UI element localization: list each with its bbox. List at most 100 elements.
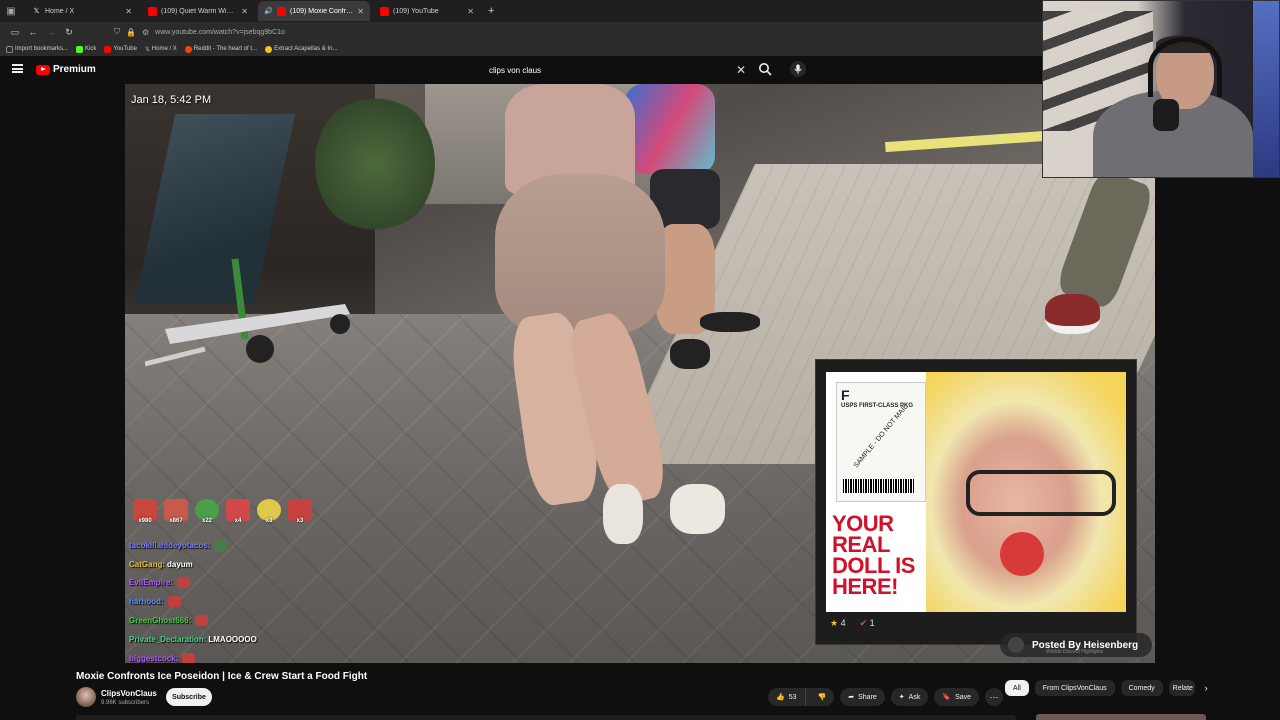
- clear-search-icon[interactable]: ✕: [736, 63, 746, 77]
- channel-name[interactable]: ClipsVonClaus: [101, 689, 157, 698]
- close-tab-icon[interactable]: ✕: [357, 7, 364, 16]
- speaker-icon[interactable]: 🔊: [264, 7, 273, 16]
- chip-from-channel[interactable]: From ClipsVonClaus: [1034, 680, 1115, 696]
- sidebar-toggle-icon[interactable]: ▭: [6, 27, 24, 38]
- like-count: 53: [788, 693, 797, 701]
- youtube-favicon-icon: [380, 6, 389, 16]
- bookmark-label: Extract Acapellas & In...: [274, 46, 338, 52]
- video-title: Moxie Confronts Ice Poseidon | Ice & Cre…: [76, 671, 368, 682]
- chat-overlay: tacokillahideyotacos: CatGang: dayum Evi…: [129, 536, 257, 663]
- microphone-icon[interactable]: [790, 61, 806, 77]
- check-heart-icon: ✔: [859, 618, 868, 628]
- browser-tab-active[interactable]: 🔊 (109) Moxie Confronts Ice ✕: [258, 1, 370, 21]
- bookmark-label: Import bookmarks...: [15, 46, 69, 52]
- heart-reaction: ✔ 1: [859, 618, 875, 628]
- electric-scooter: [145, 258, 350, 367]
- import-icon: [6, 45, 13, 53]
- youtube-play-icon: [36, 64, 50, 75]
- dislike-button[interactable]: 👎: [810, 688, 835, 706]
- tab-title: (109) Moxie Confronts Ice: [290, 7, 353, 15]
- emote-icon: x867: [164, 499, 188, 524]
- bookmark-acapellas[interactable]: Extract Acapellas & In...: [265, 45, 338, 53]
- chat-emote-icon: [214, 539, 228, 551]
- star-reaction: ★ 4: [830, 618, 846, 628]
- site-info-icon[interactable]: ⛉: [114, 27, 120, 37]
- chat-message: GreenGhost666:: [129, 611, 257, 630]
- tab-actions-icon[interactable]: ▣: [0, 6, 22, 17]
- youtube-premium-logo[interactable]: Premium: [36, 64, 96, 75]
- bookmark-x[interactable]: 𝕏 Home / X: [145, 46, 177, 53]
- reload-button-icon[interactable]: ↻: [60, 27, 78, 38]
- ask-button[interactable]: ✦ Ask: [890, 688, 929, 706]
- like-button[interactable]: 👍 53: [768, 688, 806, 706]
- video-timestamp: Jan 18, 5:42 PM: [131, 94, 212, 106]
- search-icon[interactable]: [758, 62, 772, 76]
- youtube-logo-icon: [104, 45, 112, 53]
- channel-avatar[interactable]: [76, 687, 96, 707]
- subscriber-count: 9.96K subscribers: [101, 700, 150, 706]
- share-icon: ➦: [848, 694, 855, 701]
- bookmark-kick[interactable]: Kick: [76, 45, 96, 53]
- emote-counter-row: x980 x867 x22 x4 x3 x3: [133, 499, 312, 524]
- share-button[interactable]: ➦ Share: [840, 688, 885, 706]
- chat-message: tacokillahideyotacos:: [129, 536, 257, 555]
- star-icon: ★: [830, 618, 839, 628]
- browser-tab[interactable]: (109) YouTube ✕: [374, 1, 480, 21]
- chat-message: harhood:: [129, 592, 257, 611]
- bookmark-label: Reddit - The heart of t...: [193, 46, 258, 52]
- back-button-icon[interactable]: ←: [24, 27, 42, 37]
- bookmark-label: Home / X: [151, 46, 177, 52]
- bookmark-icon: 🔖: [942, 694, 952, 701]
- chip-all[interactable]: All: [1005, 680, 1029, 696]
- bookmark-label: YouTube: [113, 46, 137, 52]
- kick-logo-icon: [76, 45, 84, 53]
- chip-related[interactable]: Relate: [1168, 680, 1195, 696]
- sparkle-icon: ✦: [898, 694, 905, 701]
- posted-by-badge: Posted By Heisenberg Worlds Discord High…: [1000, 633, 1152, 657]
- tune-icon[interactable]: ⚙: [142, 28, 149, 37]
- close-tab-icon[interactable]: ✕: [467, 7, 474, 16]
- url-field[interactable]: ⛉ 🔒 ⚙ www.youtube.com/watch?v=jsebqg9bC1…: [114, 27, 285, 37]
- search-query: clips von claus: [489, 65, 542, 75]
- tab-title: (109) YouTube: [393, 7, 439, 15]
- x-logo-icon: 𝕏: [144, 46, 150, 53]
- promo-image: F USPS FIRST-CLASS PKG SAMPLE - DO NOT M…: [826, 372, 1126, 612]
- promo-overlay-card: F USPS FIRST-CLASS PKG SAMPLE - DO NOT M…: [815, 359, 1137, 645]
- logo-text: Premium: [53, 64, 96, 75]
- recommended-thumbnail-edge[interactable]: [1036, 714, 1206, 720]
- search-input[interactable]: clips von claus ✕: [480, 61, 752, 79]
- browser-tab[interactable]: 𝕏 Home / X ✕: [26, 1, 138, 21]
- chat-emote-icon: [167, 596, 181, 608]
- browser-tab[interactable]: (109) Quiet Warm Winter Nigh ✕: [142, 1, 254, 21]
- chat-message: biggestcock:: [129, 649, 257, 663]
- microphone-icon: [1153, 99, 1179, 131]
- promo-headline: YOUR REAL DOLL IS HERE!: [832, 511, 915, 599]
- promo-face-image: [926, 372, 1126, 612]
- video-info-section: Moxie Confronts Ice Poseidon | Ice & Cre…: [0, 663, 1280, 720]
- video-actions: 👍 53 👎 ➦ Share ✦ Ask 🔖 Save ···: [768, 688, 1004, 706]
- close-tab-icon[interactable]: ✕: [125, 7, 132, 16]
- discord-icon: [1008, 637, 1024, 653]
- video-player[interactable]: Jan 18, 5:42 PM x980 x867 x22 x4 x3 x3 t…: [125, 84, 1155, 663]
- bookmark-reddit[interactable]: Reddit - The heart of t...: [184, 45, 258, 53]
- subscribe-button[interactable]: Subscribe: [166, 688, 212, 706]
- chip-comedy[interactable]: Comedy: [1120, 680, 1163, 696]
- streamer-webcam: [1042, 0, 1280, 178]
- video-tree: [315, 94, 435, 234]
- bookmark-youtube[interactable]: YouTube: [104, 45, 137, 53]
- new-tab-button[interactable]: +: [488, 5, 494, 17]
- close-tab-icon[interactable]: ✕: [241, 7, 248, 16]
- more-actions-button[interactable]: ···: [985, 688, 1004, 706]
- bookmark-import[interactable]: Import bookmarks...: [6, 45, 69, 53]
- emote-icon: x3: [288, 499, 312, 524]
- thumbs-up-icon: 👍: [776, 694, 785, 701]
- menu-icon[interactable]: [12, 64, 23, 73]
- shipping-label: F USPS FIRST-CLASS PKG SAMPLE - DO NOT M…: [836, 382, 926, 502]
- forward-button-icon[interactable]: →: [42, 27, 60, 37]
- url-text: www.youtube.com/watch?v=jsebqg9bC1o: [155, 28, 285, 36]
- save-button[interactable]: 🔖 Save: [934, 688, 980, 706]
- chat-emote-icon: [177, 577, 191, 589]
- promo-reactions: ★ 4 ✔ 1: [830, 618, 875, 629]
- chevron-right-icon[interactable]: ›: [1205, 683, 1208, 693]
- tab-title: Home / X: [45, 7, 75, 15]
